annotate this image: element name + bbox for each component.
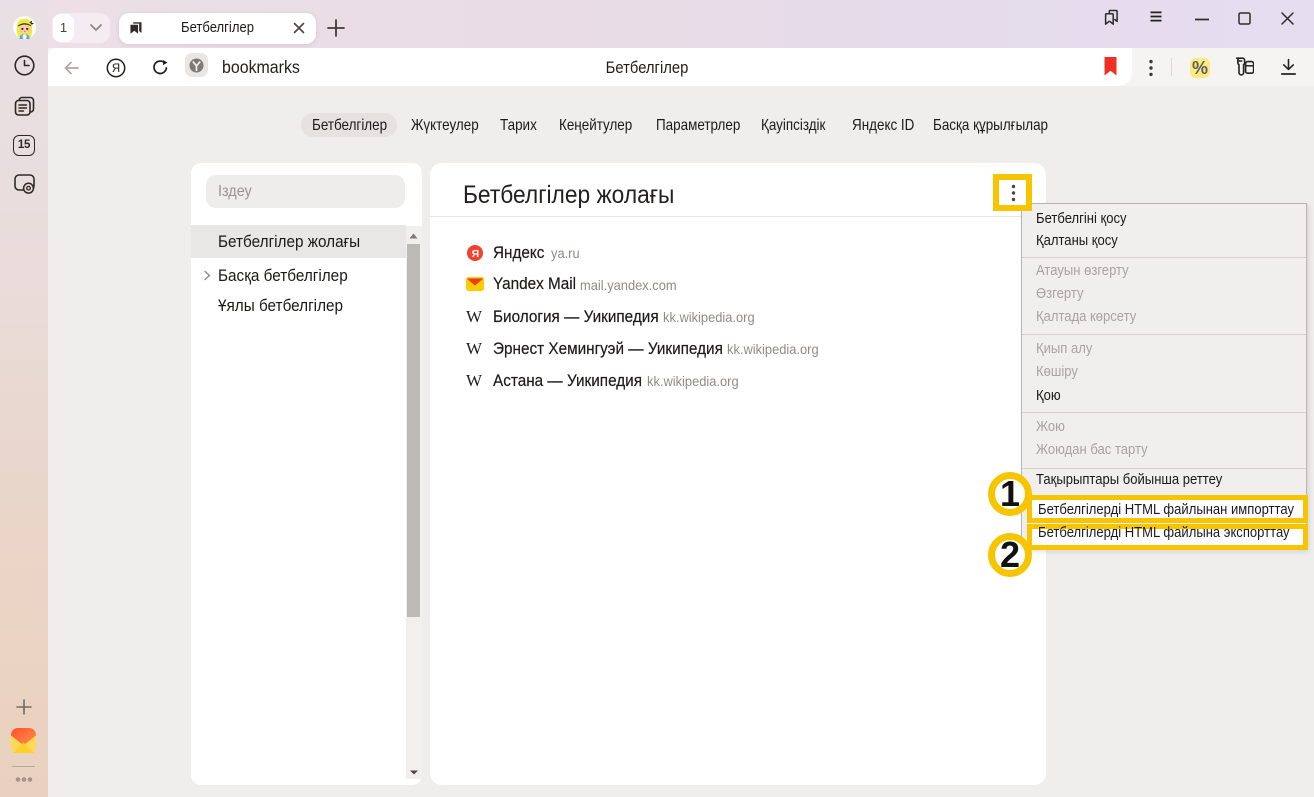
svg-text:Я: Я (472, 248, 480, 260)
svg-text:Я: Я (112, 63, 120, 75)
